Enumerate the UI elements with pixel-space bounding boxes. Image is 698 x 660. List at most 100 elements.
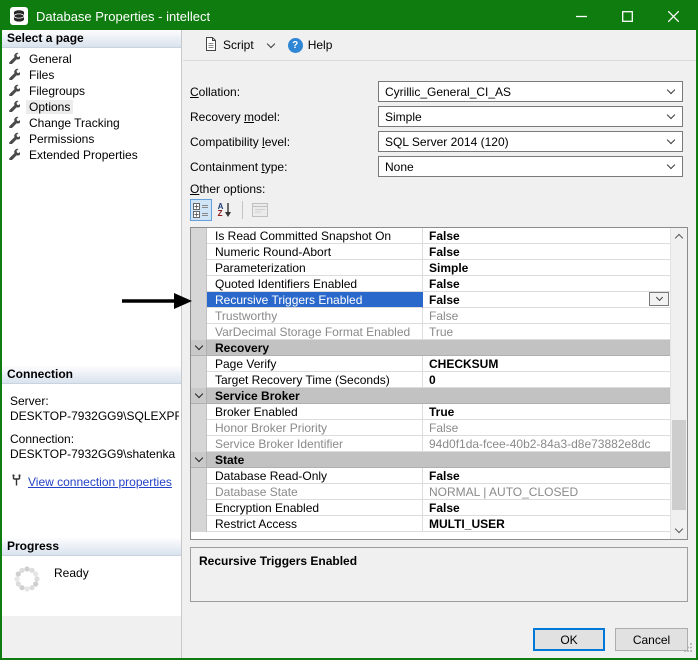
script-dropdown-button[interactable] [264, 41, 278, 50]
property-value-cell[interactable]: True [423, 404, 670, 420]
property-value-cell[interactable]: False [423, 292, 670, 308]
property-row[interactable]: Target Recovery Time (Seconds) 0 [191, 372, 670, 388]
field-dropdown[interactable]: None [378, 156, 683, 177]
property-name: Page Verify [207, 356, 423, 372]
sidebar-page-label: Options [26, 100, 73, 114]
close-button[interactable] [650, 2, 696, 30]
property-value-cell[interactable]: 0 [423, 372, 670, 388]
chevron-down-icon [194, 454, 202, 462]
database-properties-dialog: Database Properties - intellect Select a… [0, 0, 698, 660]
field-dropdown[interactable]: Simple [378, 106, 683, 127]
help-button[interactable]: ? Help [284, 35, 337, 56]
row-margin [191, 516, 207, 532]
property-row[interactable]: Quoted Identifiers Enabled False [191, 276, 670, 292]
property-value: True [429, 325, 453, 339]
ok-button[interactable]: OK [533, 628, 605, 651]
property-value-cell[interactable]: False [423, 308, 670, 324]
property-name: Database Read-Only [207, 468, 423, 484]
property-value-cell[interactable]: MULTI_USER [423, 516, 670, 532]
minimize-button[interactable] [558, 2, 604, 30]
property-value: False [429, 277, 460, 291]
row-margin [191, 228, 207, 244]
sidebar-page-item[interactable]: Options [2, 99, 181, 115]
sidebar-page-item[interactable]: Files [2, 67, 181, 83]
property-row[interactable]: Restrict Access MULTI_USER [191, 516, 670, 532]
connection-value: DESKTOP-7932GG9\shatenka [10, 447, 179, 462]
value-dropdown-button[interactable] [649, 292, 669, 306]
dialog-toolbar: Script ? Help [183, 30, 696, 61]
property-name: Broker Enabled [207, 404, 423, 420]
property-row[interactable]: Numeric Round-Abort False [191, 244, 670, 260]
sidebar-page-item[interactable]: Extended Properties [2, 147, 181, 163]
field-value: Cyrillic_General_CI_AS [385, 85, 668, 99]
property-value-cell[interactable]: Simple [423, 260, 670, 276]
form-field-row: Recovery model: Simple [190, 106, 683, 127]
property-value-cell[interactable]: False [423, 420, 670, 436]
category-row[interactable]: Recovery [191, 340, 670, 356]
field-dropdown[interactable]: Cyrillic_General_CI_AS [378, 81, 683, 102]
property-value-cell[interactable]: False [423, 276, 670, 292]
resize-grip[interactable] [683, 641, 693, 655]
property-row[interactable]: Database State NORMAL | AUTO_CLOSED [191, 484, 670, 500]
maximize-button[interactable] [604, 2, 650, 30]
categorized-button[interactable] [190, 199, 212, 221]
sidebar-page-item[interactable]: Permissions [2, 131, 181, 147]
property-row[interactable]: Is Read Committed Snapshot On False [191, 228, 670, 244]
alphabetical-sort-button[interactable]: AZ [214, 199, 236, 221]
main-panel: Script ? Help Collation: Cyrillic_Genera… [183, 30, 696, 658]
property-value-cell[interactable]: 94d0f1da-fcee-40b2-84a3-d8e73882e8dc [423, 436, 670, 452]
row-margin [191, 324, 207, 340]
sidebar-page-item[interactable]: Filegroups [2, 83, 181, 99]
sidebar-page-label: Change Tracking [26, 116, 123, 130]
field-dropdown[interactable]: SQL Server 2014 (120) [378, 131, 683, 152]
property-value-cell[interactable]: False [423, 500, 670, 516]
property-row[interactable]: Database Read-Only False [191, 468, 670, 484]
property-row[interactable]: Trustworthy False [191, 308, 670, 324]
view-connection-properties-link[interactable]: View connection properties [28, 475, 172, 489]
cancel-button[interactable]: Cancel [615, 628, 688, 651]
property-name: Restrict Access [207, 516, 423, 532]
grid-toolbar: AZ [190, 198, 271, 222]
field-label: Recovery model: [190, 110, 378, 124]
property-row[interactable]: Page Verify CHECKSUM [191, 356, 670, 372]
property-value-cell[interactable]: False [423, 468, 670, 484]
wrench-icon [8, 84, 20, 99]
category-row[interactable]: State [191, 452, 670, 468]
sidebar: Select a page General Files Filegroups O… [2, 30, 182, 658]
sidebar-page-item[interactable]: Change Tracking [2, 115, 181, 131]
property-row[interactable]: Broker Enabled True [191, 404, 670, 420]
property-value: CHECKSUM [429, 357, 498, 371]
property-row[interactable]: Recursive Triggers Enabled False [191, 292, 670, 308]
property-row[interactable]: Parameterization Simple [191, 260, 670, 276]
property-value-cell[interactable]: False [423, 228, 670, 244]
category-collapse-button[interactable] [191, 452, 207, 467]
script-button[interactable]: Script [199, 33, 258, 58]
grid-rows: Is Read Committed Snapshot On False Nume… [191, 228, 670, 539]
sidebar-page-item[interactable]: General [2, 51, 181, 67]
progress-panel: Ready [2, 556, 181, 616]
property-value: False [429, 245, 460, 259]
chevron-down-icon [667, 111, 675, 119]
scroll-up-button[interactable] [671, 228, 687, 245]
form-field-row: Compatibility level: SQL Server 2014 (12… [190, 131, 683, 152]
category-row[interactable]: Service Broker [191, 388, 670, 404]
property-value: NORMAL | AUTO_CLOSED [429, 485, 578, 499]
property-value-cell[interactable]: NORMAL | AUTO_CLOSED [423, 484, 670, 500]
field-value: SQL Server 2014 (120) [385, 135, 668, 149]
scroll-down-button[interactable] [671, 522, 687, 539]
property-row[interactable]: Honor Broker Priority False [191, 420, 670, 436]
property-row[interactable]: Service Broker Identifier 94d0f1da-fcee-… [191, 436, 670, 452]
property-value-cell[interactable]: True [423, 324, 670, 340]
property-name: Service Broker Identifier [207, 436, 423, 452]
wrench-icon [8, 148, 20, 163]
vertical-scrollbar[interactable] [670, 228, 687, 539]
property-row[interactable]: Encryption Enabled False [191, 500, 670, 516]
form-fields: Collation: Cyrillic_General_CI_AS Recove… [190, 81, 683, 181]
scrollbar-thumb[interactable] [672, 420, 686, 510]
category-collapse-button[interactable] [191, 388, 207, 403]
property-row[interactable]: VarDecimal Storage Format Enabled True [191, 324, 670, 340]
category-collapse-button[interactable] [191, 340, 207, 355]
property-value-cell[interactable]: CHECKSUM [423, 356, 670, 372]
row-margin [191, 420, 207, 436]
property-value-cell[interactable]: False [423, 244, 670, 260]
